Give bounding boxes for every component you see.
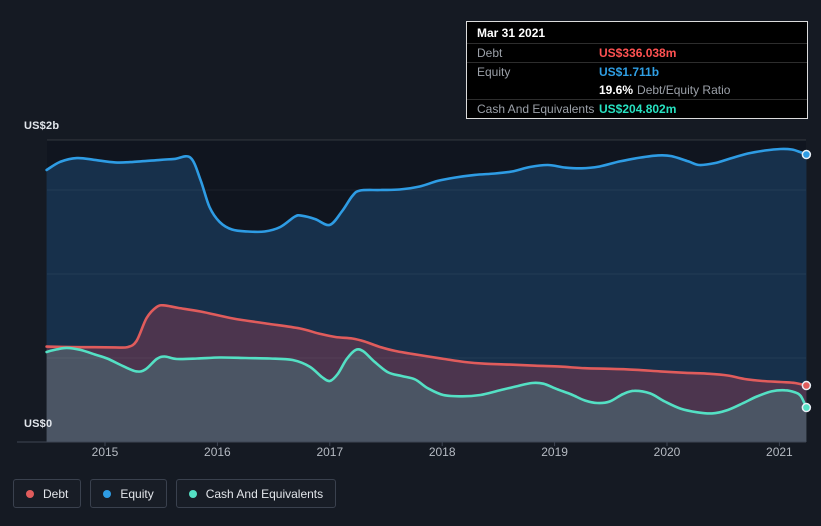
series-endpoint-equity — [801, 149, 812, 160]
tooltip-debt-label: Debt — [477, 46, 503, 60]
x-tick-label: 2016 — [204, 445, 231, 459]
tooltip-row-ratio: 19.6% Debt/Equity Ratio — [467, 81, 807, 100]
legend-debt-label: Debt — [43, 486, 69, 501]
series-endpoint-cash-and-equivalents — [801, 402, 812, 413]
tooltip-ratio-text: Debt/Equity Ratio — [637, 83, 731, 97]
legend-item-cash[interactable]: Cash And Equivalents — [175, 479, 337, 508]
tooltip-equity-label: Equity — [477, 65, 511, 79]
tooltip-debt-value: US$336.038m — [599, 46, 677, 60]
tooltip-cash-value: US$204.802m — [599, 102, 677, 116]
legend-cash-label: Cash And Equivalents — [205, 486, 324, 501]
legend-equity-label: Equity — [120, 486, 154, 501]
x-tick-label: 2020 — [653, 445, 681, 459]
debt-equity-history-screen: US$2b US$0 2015 2016 2017 2018 2019 2020 2021 … — [0, 0, 821, 526]
y-axis-label-zero: US$0 — [24, 418, 53, 430]
y-axis-label-max: US$2b — [24, 120, 60, 132]
legend-item-equity[interactable]: Equity — [90, 479, 167, 508]
x-tick-label: 2017 — [316, 445, 344, 459]
x-tick-label: 2021 — [766, 445, 793, 459]
tooltip-ratio-value: 19.6% — [599, 83, 634, 97]
chart-legend: Debt Equity Cash And Equivalents — [13, 479, 337, 508]
tooltip-equity-value: US$1.711b — [599, 65, 660, 79]
tooltip-date: Mar 31 2021 — [467, 22, 807, 44]
x-axis-labels: 2015 2016 2017 2018 2019 2020 2021 — [0, 445, 821, 461]
debt-dot-icon — [26, 489, 34, 498]
tooltip-row-debt: Debt US$336.038m — [467, 44, 807, 63]
x-tick-label: 2019 — [541, 445, 568, 459]
x-tick-label: 2015 — [91, 445, 119, 459]
series-endpoint-debt — [801, 380, 812, 391]
chart-tooltip: Mar 31 2021 Debt US$336.038m Equity US$1… — [466, 21, 808, 119]
legend-item-debt[interactable]: Debt — [13, 479, 82, 508]
tooltip-row-cash: Cash And Equivalents US$204.802m — [467, 100, 807, 118]
tooltip-cash-label: Cash And Equivalents — [477, 102, 595, 116]
x-tick-label: 2018 — [428, 445, 456, 459]
cash-dot-icon — [188, 489, 197, 498]
tooltip-row-equity: Equity US$1.711b — [467, 63, 807, 81]
equity-dot-icon — [103, 489, 112, 498]
